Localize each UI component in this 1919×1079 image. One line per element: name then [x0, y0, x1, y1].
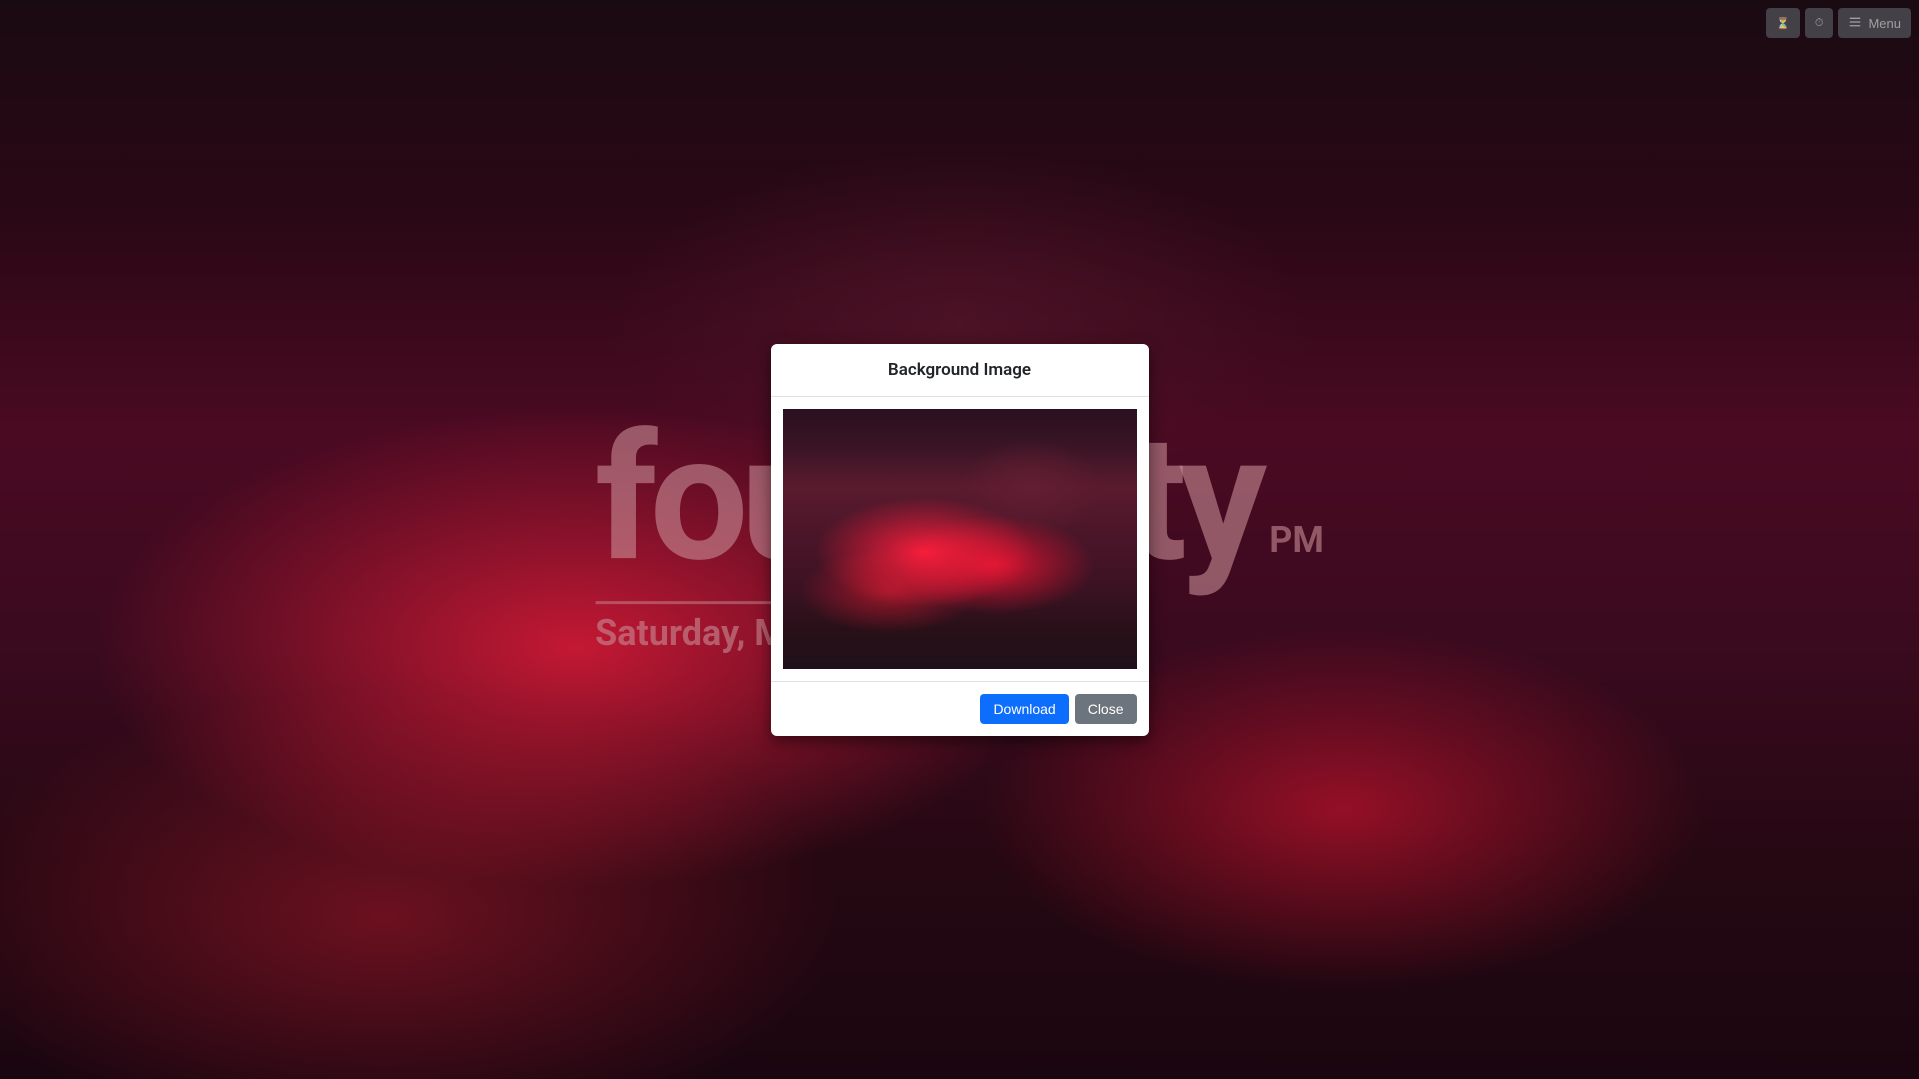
modal-header: Background Image	[771, 344, 1149, 397]
modal-body	[771, 397, 1149, 681]
close-button[interactable]: Close	[1075, 694, 1137, 724]
download-button[interactable]: Download	[980, 694, 1068, 724]
modal-title: Background Image	[783, 360, 1137, 380]
background-image-modal: Background Image Download Close	[771, 344, 1149, 736]
modal-footer: Download Close	[771, 681, 1149, 736]
background-image-preview	[783, 409, 1137, 669]
modal-overlay: Background Image Download Close	[0, 0, 1919, 1079]
